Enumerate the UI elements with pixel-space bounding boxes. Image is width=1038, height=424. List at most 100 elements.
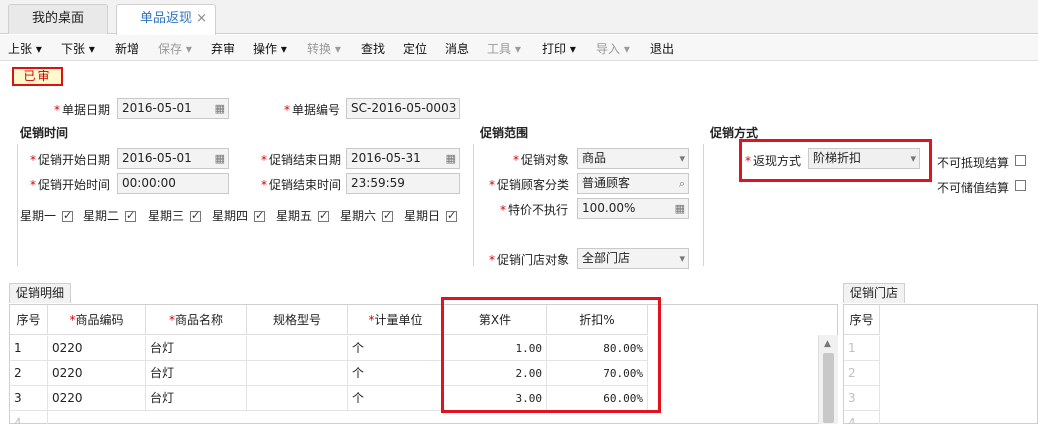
calculator-icon[interactable]: ▦ (675, 199, 685, 218)
weekday-tuesday[interactable]: 星期二 (83, 207, 137, 224)
checkbox[interactable] (62, 209, 74, 222)
col-header[interactable]: 序号 (10, 305, 48, 335)
weekday-saturday[interactable]: 星期六 (340, 207, 394, 224)
col-header[interactable]: *商品编码 (48, 305, 146, 335)
cashback-select[interactable]: 阶梯折扣 ▾ (808, 148, 920, 169)
target-label: * 促销对象 (513, 153, 570, 167)
chevron-down-icon[interactable]: ▾ (679, 149, 685, 168)
checkbox[interactable] (190, 209, 202, 222)
checkbox[interactable] (382, 209, 394, 222)
target-select[interactable]: 商品 ▾ (577, 148, 689, 169)
cell-discount[interactable]: 80.00% (547, 336, 648, 361)
tab-promo-stores[interactable]: 促销门店 (843, 283, 906, 303)
cell-no: 3 (844, 386, 880, 411)
col-header[interactable]: 规格型号 (247, 305, 348, 335)
next-button[interactable]: 下张 ▾ (61, 40, 95, 57)
end-date-label: * 促销结束日期 (261, 153, 342, 167)
cell-name[interactable]: 台灯 (146, 386, 247, 411)
cell-unit[interactable]: 个 (348, 386, 444, 411)
unapprove-button[interactable]: 弃审 (211, 40, 235, 57)
toolbar: 上张 ▾ 下张 ▾ 新增 保存 ▾ 弃审 操作 ▾ 转换 ▾ 查找 定位 消息 … (0, 35, 1038, 61)
store-label: * 促销门店对象 (489, 253, 570, 267)
doc-no-label: * 单据编号 (284, 103, 341, 117)
col-header[interactable]: *计量单位 (348, 305, 444, 335)
col-header[interactable]: 折扣% (547, 305, 648, 335)
cell-nth[interactable]: 3.00 (444, 386, 547, 411)
cell-name[interactable]: 台灯 (146, 361, 247, 386)
weekday-sunday[interactable]: 星期日 (404, 207, 458, 224)
cell-unit[interactable]: 个 (348, 361, 444, 386)
vertical-scrollbar[interactable]: ▲ (818, 335, 838, 424)
cell-nth[interactable]: 2.00 (444, 361, 547, 386)
checkbox[interactable] (318, 209, 330, 222)
search-icon[interactable]: ⌕ (679, 174, 685, 193)
cashback-label: * 返现方式 (745, 154, 802, 168)
convert-button[interactable]: 转换 ▾ (307, 40, 341, 57)
weekday-friday[interactable]: 星期五 (276, 207, 330, 224)
chevron-down-icon[interactable]: ▾ (679, 249, 685, 268)
tools-button[interactable]: 工具 ▾ (487, 40, 521, 57)
cell-name[interactable]: 台灯 (146, 336, 247, 361)
checkbox[interactable] (446, 209, 458, 222)
cell-discount[interactable]: 70.00% (547, 361, 648, 386)
save-button[interactable]: 保存 ▾ (158, 40, 192, 57)
tab-label: 我的桌面 (31, 11, 84, 26)
col-header[interactable]: *商品名称 (146, 305, 247, 335)
operate-button[interactable]: 操作 ▾ (253, 40, 287, 57)
weekday-thursday[interactable]: 星期四 (212, 207, 266, 224)
no-stored-label: 不可储值结算 (937, 181, 1010, 195)
start-time-field[interactable]: 00:00:00 (117, 173, 229, 194)
start-date-field[interactable]: 2016-05-01 ▦ (117, 148, 229, 169)
checkbox[interactable] (254, 209, 266, 222)
section-divider (473, 144, 474, 266)
locate-button[interactable]: 定位 (403, 40, 427, 57)
cell-code[interactable]: 0220 (48, 361, 146, 386)
end-date-field[interactable]: 2016-05-31 ▦ (346, 148, 460, 169)
cell-no: 4 (10, 411, 48, 424)
cell-no: 1 (844, 336, 880, 361)
import-button[interactable]: 导入 ▾ (596, 40, 630, 57)
section-divider (17, 144, 18, 266)
promo-scope-title: 促销范围 (480, 126, 529, 140)
special-field[interactable]: 100.00% ▦ (577, 198, 689, 219)
cell-nth[interactable]: 1.00 (444, 336, 547, 361)
tab-promo-detail[interactable]: 促销明细 (9, 283, 72, 303)
cell-spec[interactable] (247, 386, 348, 411)
close-icon[interactable]: × (196, 5, 207, 33)
col-header[interactable]: 序号 (844, 305, 880, 335)
customer-field[interactable]: 普通顾客 ⌕ (577, 173, 689, 194)
cell-code[interactable]: 0220 (48, 386, 146, 411)
scrollbar-thumb[interactable] (823, 353, 834, 423)
cell-unit[interactable]: 个 (348, 336, 444, 361)
tab-my-desktop[interactable]: 我的桌面 (8, 4, 108, 34)
col-header[interactable]: 第X件 (444, 305, 547, 335)
cell-spec[interactable] (247, 361, 348, 386)
exit-button[interactable]: 退出 (650, 40, 674, 57)
doc-date-field[interactable]: 2016-05-01 ▦ (117, 98, 229, 119)
tab-single-cashback[interactable]: 单品返现 × (116, 4, 216, 35)
cell-discount[interactable]: 60.00% (547, 386, 648, 411)
print-button[interactable]: 打印 ▾ (542, 40, 576, 57)
no-offset-checkbox[interactable] (1015, 155, 1026, 166)
message-button[interactable]: 消息 (445, 40, 469, 57)
find-button[interactable]: 查找 (361, 40, 385, 57)
calendar-icon[interactable]: ▦ (215, 99, 225, 118)
no-stored-checkbox[interactable] (1015, 180, 1026, 191)
end-time-field[interactable]: 23:59:59 (346, 173, 460, 194)
weekday-monday[interactable]: 星期一 (20, 207, 74, 224)
calendar-icon[interactable]: ▦ (215, 149, 225, 168)
status-badge: 已审 (12, 67, 63, 86)
prev-button[interactable]: 上张 ▾ (8, 40, 42, 57)
end-time-label: * 促销结束时间 (261, 178, 342, 192)
start-time-label: * 促销开始时间 (30, 178, 111, 192)
new-button[interactable]: 新增 (115, 40, 139, 57)
cell-code[interactable]: 0220 (48, 336, 146, 361)
cell-spec[interactable] (247, 336, 348, 361)
chevron-down-icon[interactable]: ▾ (910, 149, 916, 168)
calendar-icon[interactable]: ▦ (446, 149, 456, 168)
doc-no-field[interactable]: SC-2016-05-0003 (346, 98, 460, 119)
weekday-wednesday[interactable]: 星期三 (148, 207, 202, 224)
chevron-up-icon[interactable]: ▲ (824, 339, 831, 349)
store-select[interactable]: 全部门店 ▾ (577, 248, 689, 269)
checkbox[interactable] (125, 209, 137, 222)
